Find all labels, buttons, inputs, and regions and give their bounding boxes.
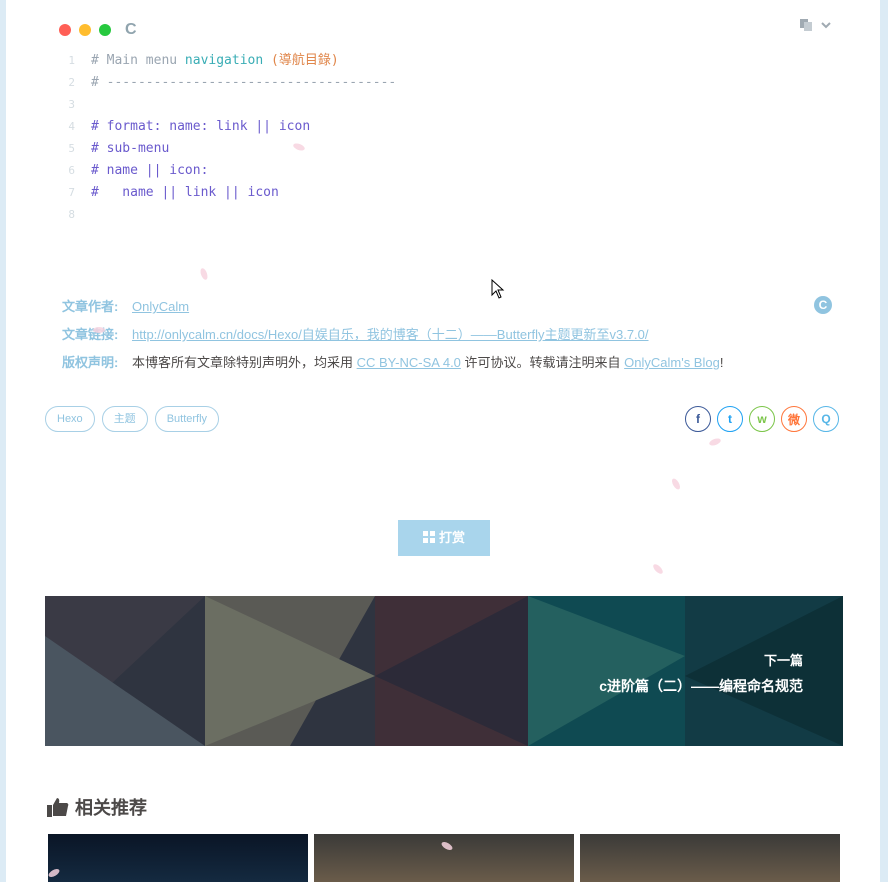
code-text: # name || link || icon <box>91 185 279 200</box>
qq-share-icon[interactable]: Q <box>813 406 839 432</box>
qrcode-icon <box>422 531 435 543</box>
code-language: C <box>125 21 137 38</box>
code-line: 1 # Main menu navigation (導航目錄) <box>45 50 396 72</box>
facebook-share-icon[interactable]: f <box>685 406 711 432</box>
code-text: # format: name: link || icon <box>91 119 311 134</box>
reward-button[interactable]: 打赏 <box>398 520 490 556</box>
line-number: 7 <box>68 186 75 199</box>
code-chinese: (導航目錄) <box>263 53 339 68</box>
minimize-dot-icon <box>79 24 91 36</box>
license-link[interactable]: CC BY-NC-SA 4.0 <box>357 355 461 370</box>
code-keyword: navigation <box>184 53 264 68</box>
window-controls: C <box>59 21 137 39</box>
code-line: 5 # sub-menu <box>45 138 396 160</box>
thumbs-up-icon <box>47 798 69 817</box>
code-line: 2 # ------------------------------------… <box>45 72 396 94</box>
weibo-share-icon[interactable]: 微 <box>781 406 807 432</box>
line-number: 4 <box>68 120 75 133</box>
next-post-label: 下一篇 <box>763 653 803 668</box>
social-share: f t w 微 Q <box>685 406 839 432</box>
twitter-share-icon[interactable]: t <box>717 406 743 432</box>
line-number: 8 <box>68 208 75 221</box>
related-posts-heading: 相关推荐 <box>47 794 147 820</box>
post-link[interactable]: http://onlycalm.cn/docs/Hexo/自娱自乐，我的博客（十… <box>132 324 649 352</box>
notice-text: 本博客所有文章除特别声明外，均采用 CC BY-NC-SA 4.0 许可协议。转… <box>132 352 723 380</box>
wechat-share-icon[interactable]: w <box>749 406 775 432</box>
next-post-link[interactable]: 下一篇 c进阶篇（二）——编程命名规范 <box>45 596 843 746</box>
blog-link[interactable]: OnlyCalm's Blog <box>624 355 720 370</box>
petal-decoration <box>708 437 722 447</box>
code-line: 7 # name || link || icon <box>45 182 396 204</box>
reward-label: 打赏 <box>438 530 465 545</box>
related-post-card[interactable] <box>48 834 308 882</box>
notice-mid: 许可协议。转载请注明来自 <box>460 355 625 370</box>
next-post-cover-image <box>45 596 843 746</box>
tag-hexo[interactable]: Hexo <box>45 406 95 432</box>
maximize-dot-icon <box>99 24 111 36</box>
copyright-icon: C <box>814 296 832 314</box>
code-text: # ------------------------------------- <box>91 75 397 90</box>
page-frame-right <box>880 0 888 882</box>
code-block: C 1 # Main menu navigation (導航目錄) 2 # --… <box>45 8 843 238</box>
related-title: 相关推荐 <box>75 798 147 818</box>
code-tools <box>799 18 831 32</box>
copyright-notice-row: 版权声明: 本博客所有文章除特别声明外，均采用 CC BY-NC-SA 4.0 … <box>62 352 832 380</box>
copy-icon[interactable] <box>799 18 813 32</box>
next-post-title: c进阶篇（二）——编程命名规范 <box>599 678 803 694</box>
line-number: 2 <box>68 76 75 89</box>
notice-end: ! <box>719 355 724 370</box>
code-line: 8 <box>45 204 396 226</box>
code-lines: 1 # Main menu navigation (導航目錄) 2 # ----… <box>45 50 396 226</box>
code-text: # sub-menu <box>91 141 170 156</box>
author-link[interactable]: OnlyCalm <box>132 296 189 324</box>
chevron-down-icon[interactable] <box>821 20 831 30</box>
author-label: 文章作者: <box>62 299 119 314</box>
line-number: 6 <box>68 164 75 177</box>
petal-decoration <box>93 327 105 333</box>
copyright-author-row: 文章作者: OnlyCalm <box>62 296 832 324</box>
line-number: 5 <box>68 142 75 155</box>
code-comment: # Main menu <box>91 53 185 68</box>
mouse-cursor-icon <box>491 279 505 299</box>
tag-theme[interactable]: 主题 <box>101 406 148 432</box>
line-number: 3 <box>68 98 75 111</box>
related-post-card[interactable] <box>580 834 840 882</box>
petal-decoration <box>651 562 665 576</box>
petal-decoration <box>670 477 682 491</box>
code-line: 6 # name || icon: <box>45 160 396 182</box>
code-line: 4 # format: name: link || icon <box>45 116 396 138</box>
post-tags: Hexo 主题 Butterfly <box>45 406 220 432</box>
code-text: # Main menu navigation (導航目錄) <box>91 50 339 72</box>
close-dot-icon <box>59 24 71 36</box>
page-frame-left <box>0 0 6 882</box>
tag-butterfly[interactable]: Butterfly <box>154 406 220 432</box>
code-text: # name || icon: <box>91 163 209 178</box>
post-copyright: C 文章作者: OnlyCalm 文章链接: http://onlycalm.c… <box>62 296 832 380</box>
notice-pre: 本博客所有文章除特别声明外，均采用 <box>132 355 357 370</box>
copyright-link-row: 文章链接: http://onlycalm.cn/docs/Hexo/自娱自乐，… <box>62 324 832 352</box>
notice-label: 版权声明: <box>62 355 119 370</box>
petal-decoration <box>199 267 209 281</box>
code-line: 3 <box>45 94 396 116</box>
line-number: 1 <box>68 54 75 67</box>
